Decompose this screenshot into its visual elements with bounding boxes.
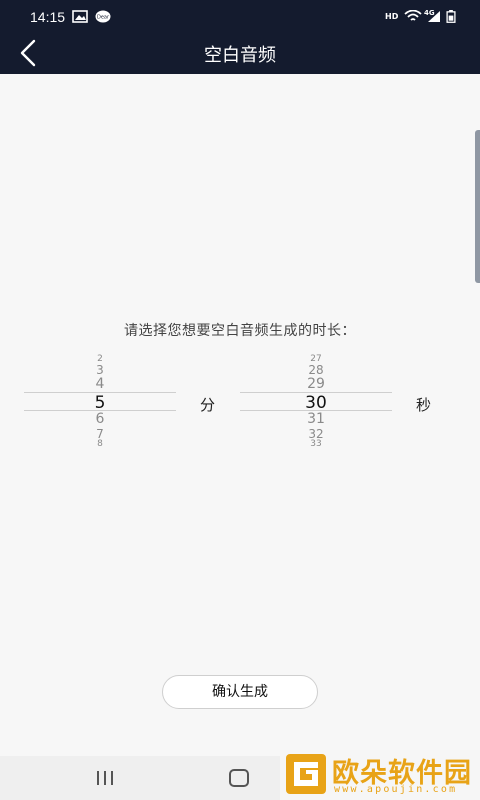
home-icon[interactable] xyxy=(229,769,249,787)
wifi-icon xyxy=(404,10,422,21)
signal-icon xyxy=(428,11,440,22)
app-notification-icon: Dear xyxy=(95,10,111,23)
minutes-picker[interactable]: 2 3 4 5 6 7 8 xyxy=(24,354,176,449)
picker-item[interactable]: 6 xyxy=(24,411,176,427)
picker-item[interactable]: 8 xyxy=(24,439,176,449)
top-bar: 14:15 Dear HD 4G 空白音频 xyxy=(0,0,480,74)
recent-apps-icon[interactable] xyxy=(95,770,115,786)
picker-item[interactable]: 4 xyxy=(24,376,176,392)
picker-selected-seconds[interactable]: 30 xyxy=(240,393,392,413)
page-title: 空白音频 xyxy=(204,45,276,66)
minutes-unit-label: 分 xyxy=(200,396,216,414)
duration-prompt: 请选择您想要空白音频生成的时长： xyxy=(124,323,356,339)
seconds-picker[interactable]: 27 28 29 30 31 32 33 xyxy=(240,354,392,449)
picker-item[interactable]: 3 xyxy=(24,363,176,377)
hd-indicator: HD xyxy=(385,12,399,21)
watermark-url: www.apoujin.com xyxy=(334,784,458,795)
seconds-unit-label: 秒 xyxy=(416,396,432,414)
picker-item[interactable]: 31 xyxy=(240,411,392,427)
confirm-generate-button[interactable]: 确认生成 xyxy=(162,675,318,709)
picker-item[interactable]: 33 xyxy=(240,439,392,449)
app-header: 空白音频 xyxy=(0,34,480,74)
svg-text:Dear: Dear xyxy=(97,15,110,21)
watermark: 欧朵软件园 www.apoujin.com xyxy=(280,750,480,800)
status-time: 14:15 xyxy=(30,9,66,25)
picker-selected-minutes[interactable]: 5 xyxy=(24,393,176,413)
picker-item[interactable]: 28 xyxy=(240,363,392,377)
picker-item[interactable]: 29 xyxy=(240,376,392,392)
scrollbar[interactable] xyxy=(475,130,480,283)
status-bar: 14:15 Dear HD 4G xyxy=(0,0,480,34)
watermark-logo-icon xyxy=(286,754,326,794)
gallery-icon xyxy=(72,10,88,23)
battery-icon xyxy=(446,10,456,23)
